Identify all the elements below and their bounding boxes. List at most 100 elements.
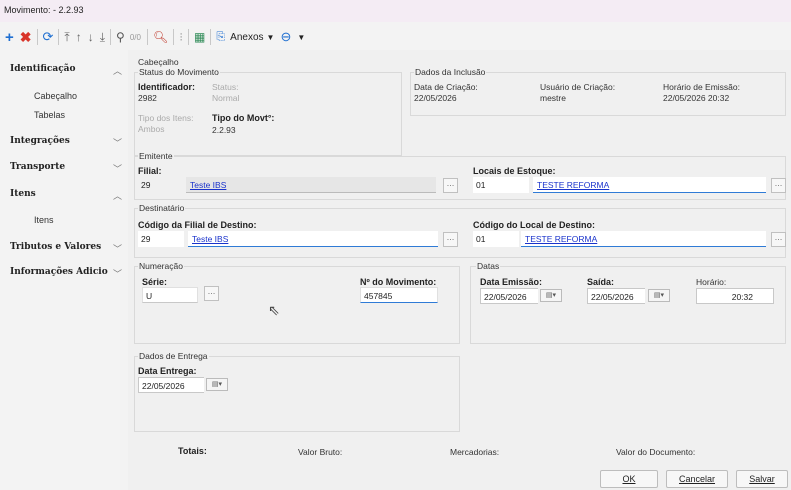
cabecalho-title: Cabeçalho <box>138 57 179 67</box>
horario-input[interactable]: 20:32 <box>696 288 774 304</box>
refresh-icon[interactable]: ⟳ <box>40 27 57 47</box>
salvar-button[interactable]: Salvar <box>736 470 788 488</box>
sidebar-item-label: Tributos e Valores <box>10 242 102 252</box>
locais-estoque-name-link[interactable]: TESTE REFORMA <box>533 177 766 193</box>
attachment-icon[interactable]: ⎘ <box>213 27 228 47</box>
local-destino-label: Código do Local de Destino: <box>473 220 595 230</box>
horario-label: Horário: <box>696 277 727 287</box>
numero-movimento-input[interactable]: 457845 <box>360 287 438 303</box>
columns-icon[interactable]: ⁝ <box>176 27 186 47</box>
chevron-up-icon[interactable]: ︿ <box>113 64 122 77</box>
previous-record-icon[interactable]: ↑ <box>73 27 85 47</box>
sidebar-item-informacoes-adicionais[interactable]: Informações Adicio ﹀ <box>10 267 122 280</box>
calendar-dropdown-icon[interactable]: ▤▾ <box>206 378 228 391</box>
record-counter: 0/0 <box>129 32 141 42</box>
filial-destino-lookup-button[interactable]: … <box>443 232 458 247</box>
calendar-dropdown-icon[interactable]: ▤▾ <box>648 289 670 302</box>
numero-movimento-label: Nº do Movimento: <box>360 277 437 287</box>
data-saida-input[interactable]: 22/05/2026 <box>587 288 645 304</box>
sidebar-item-label: Integrações <box>10 136 70 146</box>
data-emissao-label: Data Emissão: <box>480 277 543 287</box>
ok-button[interactable]: OK <box>600 470 658 488</box>
sidebar-item-tributos-valores[interactable]: Tributos e Valores ﹀ <box>10 242 122 255</box>
window-title: Movimento: - 2.2.93 <box>4 5 84 15</box>
chevron-down-icon[interactable]: ﹀ <box>113 136 122 149</box>
sidebar-subitem-cabecalho[interactable]: Cabeçalho <box>34 91 77 101</box>
filial-destino-label: Código da Filial de Destino: <box>138 220 257 230</box>
identificador-value: 2982 <box>138 93 157 103</box>
search-icon[interactable]: ⚲ <box>113 27 128 47</box>
status-value: Normal <box>212 93 240 103</box>
next-record-icon[interactable]: ↓ <box>85 27 97 47</box>
last-record-icon[interactable]: ⤓ <box>97 27 108 47</box>
identificador-label: Identificador: <box>138 82 196 92</box>
datas-title: Datas <box>476 261 501 271</box>
cancelar-button[interactable]: Cancelar <box>666 470 728 488</box>
locais-estoque-lookup-button[interactable]: … <box>771 178 786 193</box>
data-saida-label: Saída: <box>587 277 615 287</box>
toolbar-separator <box>146 29 148 45</box>
sidebar-subitem-itens[interactable]: Itens <box>34 215 54 225</box>
filial-destino-code-input[interactable]: 29 <box>138 231 184 247</box>
toolbar-separator <box>58 29 60 45</box>
chevron-down-icon[interactable]: ﹀ <box>113 242 122 255</box>
toolbar-separator <box>36 29 38 45</box>
filter-icon[interactable]: ▦ <box>191 27 208 47</box>
local-destino-code-input[interactable]: 01 <box>473 231 519 247</box>
process-dropdown-arrow-icon[interactable]: ▼ <box>294 27 308 47</box>
chevron-down-icon[interactable]: ﹀ <box>113 162 122 175</box>
status-label: Status: <box>212 82 239 92</box>
data-criacao-value: 22/05/2026 <box>414 93 457 103</box>
data-emissao-input[interactable]: 22/05/2026 <box>480 288 538 304</box>
first-record-icon[interactable]: ⤒ <box>61 27 72 47</box>
mercadorias-label: Mercadorias: <box>450 447 500 457</box>
local-destino-name-link[interactable]: TESTE REFORMA <box>521 231 766 247</box>
totais-label: Totais: <box>178 446 207 456</box>
chevron-up-icon[interactable]: ︿ <box>113 189 122 202</box>
toolbar-separator <box>188 29 190 45</box>
filial-label: Filial: <box>138 166 162 176</box>
window-title-bar: Movimento: - 2.2.93 <box>0 0 791 22</box>
usuario-criacao-value: mestre <box>540 93 566 103</box>
zoom-search-icon[interactable]: 🔍︎ <box>150 27 171 47</box>
data-criacao-label: Data de Criação: <box>414 82 478 92</box>
locais-estoque-label: Locais de Estoque: <box>473 166 556 176</box>
chevron-down-icon[interactable]: ﹀ <box>113 267 122 280</box>
cancelar-button-label: Cancelar <box>678 474 716 484</box>
anexos-dropdown-arrow-icon[interactable]: ▼ <box>264 27 278 47</box>
sidebar-item-integracoes[interactable]: Integrações ﹀ <box>10 136 122 149</box>
mouse-cursor-icon: ⇖ <box>268 302 280 318</box>
destinatario-title: Destinatário <box>138 203 186 213</box>
anexos-menu[interactable]: Anexos <box>230 32 263 43</box>
sidebar-item-transporte[interactable]: Transporte ﹀ <box>10 162 122 175</box>
toolbar-separator <box>210 29 212 45</box>
calendar-dropdown-icon[interactable]: ▤▾ <box>540 289 562 302</box>
locais-estoque-code-input[interactable]: 01 <box>473 177 529 193</box>
dados-inclusao-title: Dados da Inclusão <box>414 67 487 77</box>
filial-lookup-button[interactable]: … <box>443 178 458 193</box>
add-icon[interactable]: + <box>2 27 17 47</box>
horario-emissao-value: 22/05/2026 20:32 <box>663 93 730 103</box>
toolbar: + ✖ ⟳ ⤒ ↑ ↓ ⤓ ⚲ 0/0 🔍︎ ⁝ ▦ ⎘ Anexos ▼ ⊖ … <box>0 24 791 50</box>
emitente-title: Emitente <box>138 151 174 161</box>
horario-value: 20:32 <box>731 292 753 302</box>
salvar-button-label: Salvar <box>749 474 775 484</box>
tipo-movimento-label: Tipo do Movt°: <box>212 113 275 123</box>
sidebar-item-itens[interactable]: Itens ︿ <box>10 189 122 202</box>
serie-label: Série: <box>142 277 168 287</box>
horario-emissao-label: Horário de Emissão: <box>663 82 741 92</box>
sidebar-item-identificacao[interactable]: Identificação ︿ <box>10 64 122 77</box>
delete-icon[interactable]: ✖ <box>17 27 35 47</box>
sidebar-subitem-tabelas[interactable]: Tabelas <box>34 110 65 120</box>
numeracao-title: Numeração <box>138 261 184 271</box>
filial-name-link[interactable]: Teste IBS <box>186 177 436 193</box>
sidebar-item-label: Transporte <box>10 162 66 172</box>
serie-input[interactable]: U <box>142 287 198 303</box>
serie-lookup-button[interactable]: … <box>204 286 219 301</box>
filial-destino-name-link[interactable]: Teste IBS <box>188 231 438 247</box>
sidebar-item-label: Itens <box>10 189 36 199</box>
process-icon[interactable]: ⊖ <box>277 27 294 47</box>
local-destino-lookup-button[interactable]: … <box>771 232 786 247</box>
data-entrega-input[interactable]: 22/05/2026 <box>138 377 204 393</box>
filial-code-input[interactable]: 29 <box>138 177 184 193</box>
